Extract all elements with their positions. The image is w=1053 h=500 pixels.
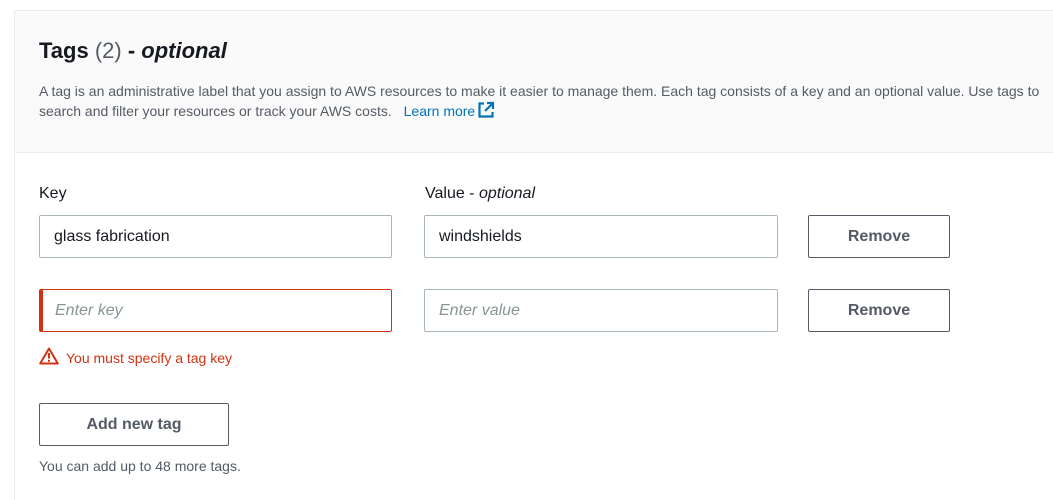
title-optional: optional <box>141 38 227 63</box>
tag-value-input[interactable] <box>424 289 778 332</box>
tag-value-input[interactable] <box>424 215 778 258</box>
tag-key-input[interactable] <box>39 215 392 258</box>
tags-header: Tags (2) - optional A tag is an administ… <box>15 11 1053 153</box>
description-text: A tag is an administrative label that yo… <box>39 83 1040 119</box>
tags-panel: Tags (2) - optional A tag is an administ… <box>14 10 1053 500</box>
tag-key-error: You must specify a tag key <box>39 347 232 368</box>
value-label-text: Value - <box>425 185 479 202</box>
title-text: Tags <box>39 38 89 63</box>
learn-more-label: Learn more <box>403 103 476 119</box>
tag-key-input-error[interactable] <box>39 289 392 332</box>
error-message: You must specify a tag key <box>66 349 233 366</box>
tag-limit-hint: You can add up to 48 more tags. <box>39 458 241 474</box>
page-title: Tags (2) - optional <box>39 38 227 64</box>
learn-more-link[interactable]: Learn more <box>403 101 496 119</box>
tags-description: A tag is an administrative label that yo… <box>39 81 1049 124</box>
value-label-optional: optional <box>478 185 535 202</box>
remove-tag-button[interactable]: Remove <box>808 215 950 258</box>
value-column-label: Value - optional <box>425 185 535 203</box>
key-column-label: Key <box>39 185 67 202</box>
add-new-tag-button[interactable]: Add new tag <box>39 403 229 446</box>
remove-tag-button[interactable]: Remove <box>808 289 950 332</box>
external-link-icon <box>477 101 495 124</box>
tag-count: (2) <box>94 38 122 63</box>
warning-icon <box>39 347 59 368</box>
title-separator: - <box>121 38 142 63</box>
